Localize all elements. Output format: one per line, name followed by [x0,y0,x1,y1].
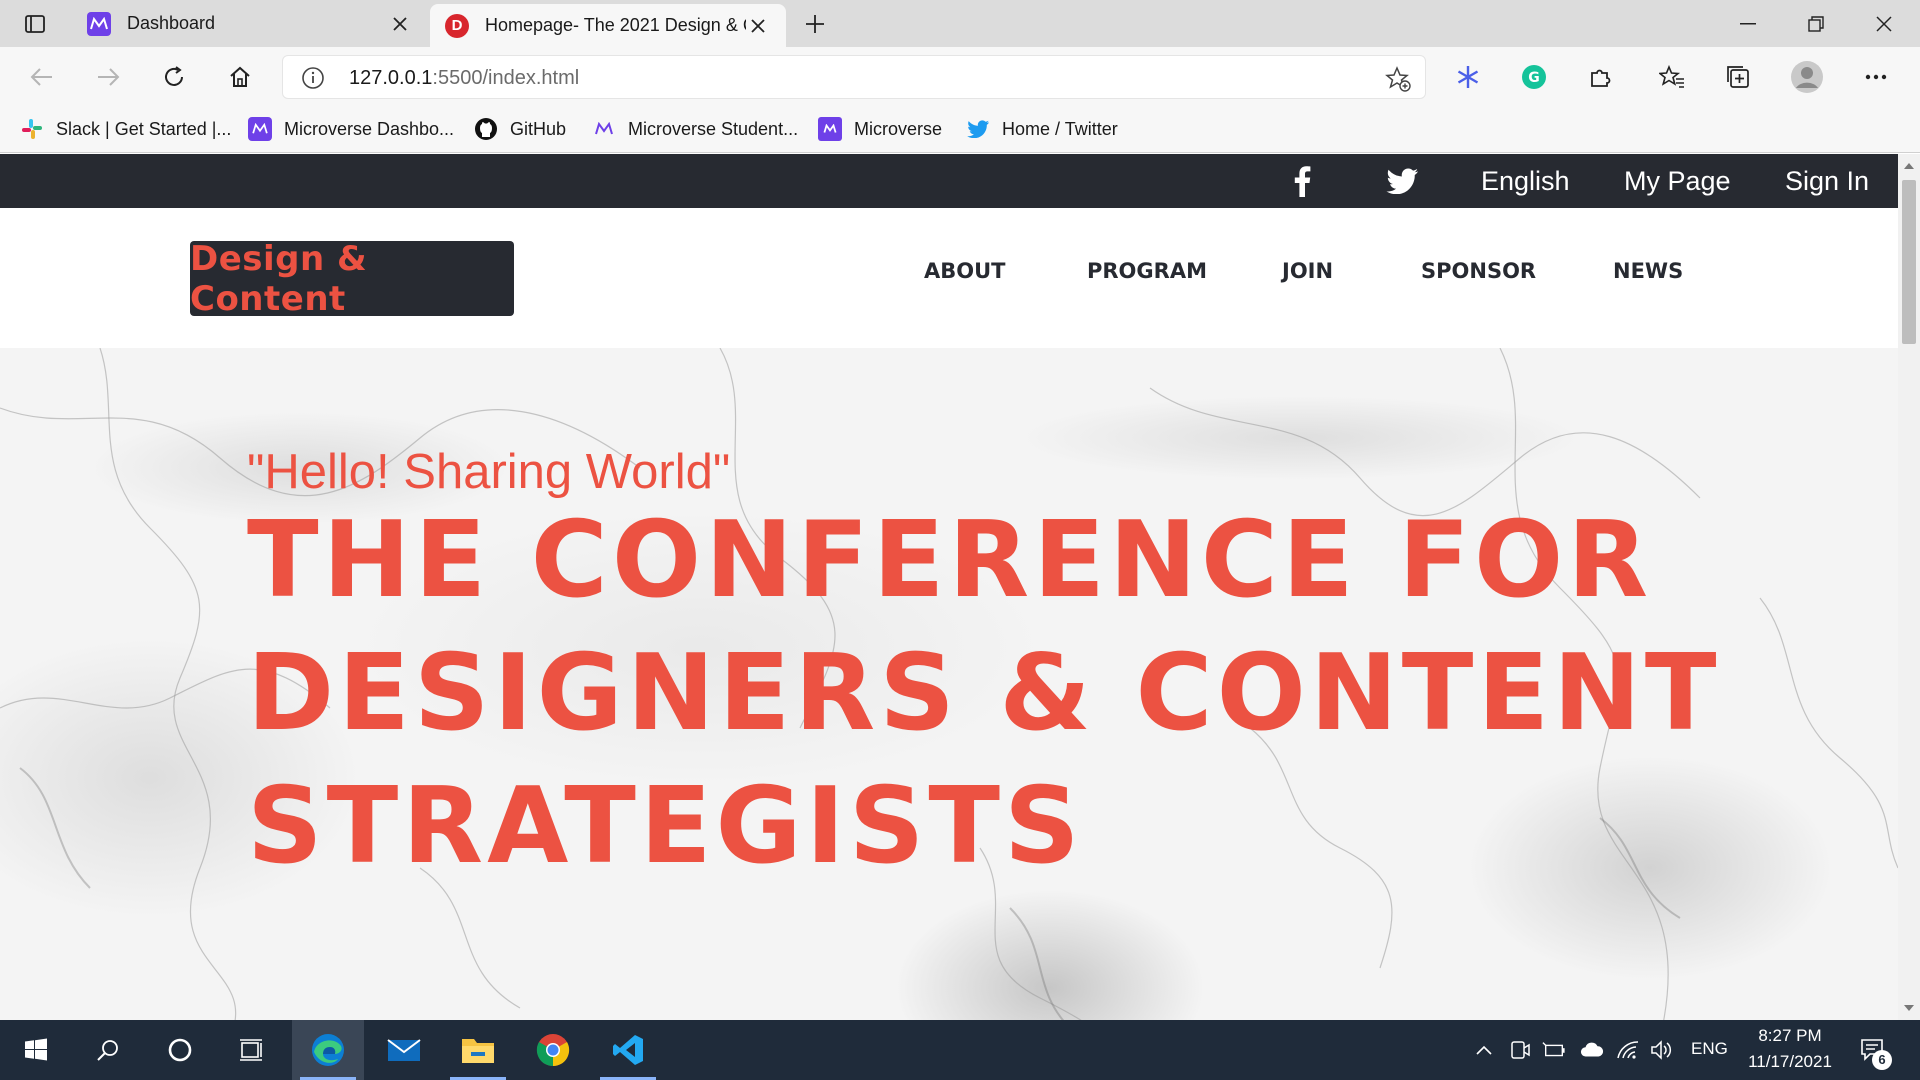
menu-item-sponsor[interactable]: SPONSOR [1421,251,1536,291]
design-content-icon: D [445,13,469,38]
clock-time[interactable]: 8:27 PM [1755,1026,1825,1046]
page-viewport: English My Page Sign In Design & Content… [0,154,1898,1020]
search-icon[interactable] [72,1020,144,1080]
tab-title: Dashboard [127,13,216,33]
site-logo[interactable]: Design & Content [190,239,514,319]
tab-strip: Dashboard D Homepage- The 2021 Design & … [0,0,1920,47]
bookmarks-bar: Slack | Get Started |... Microverse Dash… [0,105,1920,153]
home-icon[interactable] [222,59,258,95]
reload-icon[interactable] [156,59,192,95]
profile-avatar-icon[interactable] [1791,61,1823,93]
grammarly-icon[interactable]: G [1518,61,1550,93]
scroll-up-icon[interactable] [1903,160,1915,172]
top-bar: English My Page Sign In [0,154,1898,208]
meet-now-icon[interactable] [1508,1038,1532,1062]
collections-icon[interactable] [1722,61,1754,93]
slack-icon [20,117,44,141]
language-link[interactable]: English [1481,154,1570,208]
bookmark-github[interactable]: GitHub [474,115,566,143]
task-view-icon[interactable] [216,1020,288,1080]
close-tab-icon[interactable] [746,14,770,38]
battery-icon[interactable] [1542,1038,1566,1062]
show-hidden-icons-icon[interactable] [1472,1038,1496,1062]
bookmark-microverse-student[interactable]: Microverse Student... [592,115,798,143]
hero-tagline: "Hello! Sharing World" [247,445,731,499]
tab-homepage[interactable]: D Homepage- The 2021 Design & Content [430,4,786,47]
volume-icon[interactable] [1650,1038,1674,1062]
microverse-icon [592,117,616,141]
snowflake-extension-icon[interactable] [1452,61,1484,93]
microverse-icon [87,11,111,36]
sign-in-link[interactable]: Sign In [1785,154,1869,208]
add-favorite-icon[interactable] [1385,66,1411,92]
extensions-puzzle-icon[interactable] [1584,61,1616,93]
twitter-icon[interactable] [1386,154,1418,208]
my-page-link[interactable]: My Page [1624,154,1731,208]
address-bar: 127.0.0.1:5500/index.html G [0,47,1920,105]
hero-headline: THE CONFERENCE FOR DESIGNERS & CONTENT S… [247,499,1721,887]
menu-item-join[interactable]: JOIN [1282,251,1333,291]
bookmark-label: Microverse Dashbo... [284,118,455,139]
svg-text:G: G [1528,70,1540,86]
site-header: Design & Content ABOUT PROGRAM JOIN SPON… [0,208,1898,348]
wifi-icon[interactable] [1616,1038,1640,1062]
bookmark-twitter[interactable]: Home / Twitter [966,115,1118,143]
bookmark-label: Microverse Student... [628,118,799,139]
page-scrollbar[interactable] [1898,154,1920,1020]
bookmark-label: GitHub [510,118,567,139]
url-text: 127.0.0.1:5500/index.html [349,67,580,89]
cortana-icon[interactable] [144,1020,216,1080]
menu-item-news[interactable]: NEWS [1613,251,1683,291]
more-options-icon[interactable] [1860,61,1892,93]
scroll-down-icon[interactable] [1903,1002,1915,1014]
menu-item-about[interactable]: ABOUT [924,251,1006,291]
bookmark-microverse[interactable]: Microverse [818,115,942,143]
favorites-icon[interactable] [1656,61,1688,93]
bookmark-label: Microverse [854,118,943,139]
restore-button[interactable] [1782,0,1850,47]
start-button[interactable] [0,1020,72,1080]
close-window-button[interactable] [1850,0,1918,47]
input-language-indicator[interactable]: ENG [1691,1039,1728,1059]
edge-taskbar-icon[interactable] [292,1020,364,1080]
bookmark-label: Slack | Get Started |... [56,118,232,139]
scrollbar-thumb[interactable] [1902,180,1916,344]
taskbar: ENG 8:27 PM 11/17/2021 6 [0,1020,1920,1080]
onedrive-icon[interactable] [1580,1038,1604,1062]
bookmark-label: Home / Twitter [1002,118,1118,139]
microverse-icon [248,117,272,141]
back-arrow-icon[interactable] [24,59,60,95]
twitter-icon [966,117,990,141]
microverse-icon [818,117,842,141]
file-explorer-taskbar-icon[interactable] [442,1020,514,1080]
new-tab-button[interactable] [800,10,830,38]
bookmark-microverse-dashboard[interactable]: Microverse Dashbo... [248,115,454,143]
bookmark-slack[interactable]: Slack | Get Started |... [20,115,231,143]
vscode-taskbar-icon[interactable] [592,1020,664,1080]
url-field[interactable]: 127.0.0.1:5500/index.html [282,55,1426,99]
forward-arrow-icon[interactable] [90,59,126,95]
minimize-button[interactable] [1714,0,1782,47]
clock-date[interactable]: 11/17/2021 [1741,1052,1839,1072]
chrome-taskbar-icon[interactable] [517,1020,589,1080]
close-tab-icon[interactable] [388,12,412,36]
tab-dashboard[interactable]: Dashboard [72,0,428,47]
menu-item-program[interactable]: PROGRAM [1087,251,1207,291]
notification-count-badge: 6 [1872,1050,1892,1070]
tab-title: Homepage- The 2021 Design & Content [485,15,746,35]
facebook-icon[interactable] [1293,154,1311,208]
mail-taskbar-icon[interactable] [368,1020,440,1080]
info-icon[interactable] [301,66,325,90]
hero-section: "Hello! Sharing World" THE CONFERENCE FO… [0,348,1898,1020]
tab-actions-icon[interactable] [18,10,52,38]
github-icon [474,117,498,141]
